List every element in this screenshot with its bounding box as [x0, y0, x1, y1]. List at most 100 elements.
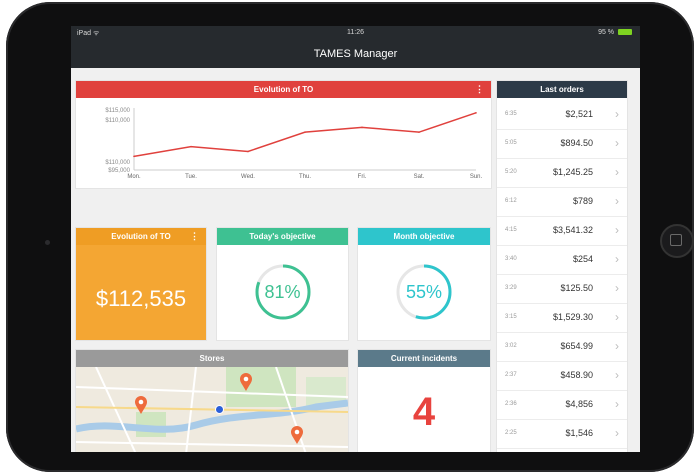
incident-count: 4: [412, 390, 436, 434]
status-time: 11:26: [347, 29, 364, 36]
today-objective-card: Today's objective 81%: [217, 228, 348, 340]
order-amount: $2,521: [565, 109, 593, 119]
order-time: 3:02: [505, 343, 517, 349]
order-amount: $654.99: [560, 341, 593, 351]
order-amount: $1,546: [565, 428, 593, 438]
order-row[interactable]: 6:12 $789 ›: [497, 188, 627, 217]
order-amount: $4,856: [565, 399, 593, 409]
incidents-header: Current incidents: [358, 350, 490, 367]
today-gauge: 81%: [217, 260, 348, 324]
data-point: [418, 131, 420, 133]
month-objective-percent: 55%: [405, 282, 443, 302]
chevron-right-icon: ›: [615, 368, 619, 382]
order-row[interactable]: 2:36 $4,856 ›: [497, 391, 627, 420]
evolution-value-header: Evolution of TO ⋮: [76, 228, 206, 245]
home-button[interactable]: [660, 224, 694, 258]
front-camera: [45, 240, 50, 245]
order-row[interactable]: 2:25 $1,546 ›: [497, 420, 627, 449]
chevron-right-icon: ›: [615, 426, 619, 440]
order-amount: $3,541.32: [552, 225, 593, 235]
order-row[interactable]: 5:20 $1,245.25 ›: [497, 159, 627, 188]
order-row[interactable]: 2:37 $458.90 ›: [497, 362, 627, 391]
store-pin-icon[interactable]: [239, 372, 253, 392]
order-amount: $789: [572, 196, 593, 206]
series-line: [133, 112, 477, 158]
evolution-chart-header: Evolution of TO ⋮: [76, 81, 491, 98]
app-screen: iPad ᯤ 11:26 95 % TAMES Manager Evolutio…: [71, 26, 640, 452]
evolution-value: $112,535: [95, 286, 187, 311]
order-row[interactable]: 3:02 $654.99 ›: [497, 333, 627, 362]
x-tick-label: Sat.: [414, 174, 425, 180]
y-tick-label: $110,000: [105, 118, 130, 124]
x-tick-label: Sun.: [470, 174, 483, 180]
chevron-right-icon: ›: [615, 223, 619, 237]
kebab-menu-icon[interactable]: ⋮: [475, 81, 484, 98]
month-gauge: 55%: [358, 260, 490, 324]
chevron-right-icon: ›: [615, 165, 619, 179]
store-pin-icon[interactable]: [290, 425, 304, 445]
order-row[interactable]: 3:29 $125.50 ›: [497, 275, 627, 304]
order-time: 3:40: [505, 256, 517, 262]
evolution-value-title: Evolution of TO: [111, 232, 171, 241]
order-row[interactable]: 5:05 $894.50 ›: [497, 130, 627, 159]
map-graphic: [76, 367, 348, 452]
kebab-menu-icon[interactable]: ⋮: [190, 228, 199, 245]
data-point: [475, 112, 477, 114]
chevron-right-icon: ›: [615, 252, 619, 266]
month-objective-header: Month objective: [358, 228, 490, 245]
order-time: 6:35: [505, 111, 517, 117]
data-point: [361, 126, 363, 129]
order-row[interactable]: 3:40 $254 ›: [497, 246, 627, 275]
chevron-right-icon: ›: [615, 310, 619, 324]
data-point: [304, 131, 306, 133]
order-amount: $254: [572, 254, 593, 264]
stores-map[interactable]: [76, 367, 348, 452]
x-tick-label: Mon.: [127, 174, 141, 180]
data-point: [247, 150, 249, 153]
evolution-chart-card: Evolution of TO ⋮ $115,000 $110,000 $110,0…: [76, 81, 491, 188]
stores-header: Stores: [76, 350, 348, 367]
y-tick-label: $110,000: [105, 160, 130, 166]
chevron-right-icon: ›: [615, 136, 619, 150]
order-amount: $1,245.25: [552, 167, 593, 177]
current-location-icon: [215, 405, 224, 414]
x-tick-label: Thu.: [299, 174, 311, 180]
data-point: [190, 145, 192, 148]
order-time: 2:25: [505, 430, 517, 436]
battery-indicator: 95 %: [598, 29, 632, 36]
chevron-right-icon: ›: [615, 281, 619, 295]
order-time: 5:20: [505, 169, 517, 175]
order-row[interactable]: 6:35 $2,521 ›: [497, 101, 627, 130]
chevron-right-icon: ›: [615, 397, 619, 411]
order-time: 5:05: [505, 140, 517, 146]
x-tick-label: Wed.: [241, 174, 255, 180]
store-pin-icon[interactable]: [134, 395, 148, 415]
order-time: 2:36: [505, 401, 517, 407]
last-orders-header: Last orders: [497, 81, 627, 98]
today-objective-header: Today's objective: [217, 228, 348, 245]
order-amount: $894.50: [560, 138, 593, 148]
order-time: 4:15: [505, 227, 517, 233]
order-amount: $1,529.30: [552, 312, 593, 322]
battery-percent: 95 %: [598, 29, 615, 36]
chevron-right-icon: ›: [615, 339, 619, 353]
order-time: 3:15: [505, 314, 517, 320]
order-row[interactable]: 4:15 $3,541.32 ›: [497, 217, 627, 246]
order-time: 2:37: [505, 372, 517, 378]
evolution-value-card: Evolution of TO ⋮ $112,535: [76, 228, 206, 340]
order-amount: $458.90: [560, 370, 593, 380]
app-title: TAMES Manager: [313, 48, 398, 60]
order-row[interactable]: 3:15 $1,529.30 ›: [497, 304, 627, 333]
x-tick-label: Tue.: [185, 174, 197, 180]
stores-card: Stores: [76, 350, 348, 452]
dashboard: Evolution of TO ⋮ $115,000 $110,000 $110,0…: [71, 68, 640, 452]
evolution-line-chart: $115,000$110,000$110,000$95,000Mon. Tue. W…: [105, 108, 483, 180]
status-bar: iPad ᯤ 11:26 95 %: [71, 26, 640, 40]
home-button-icon: [670, 234, 682, 246]
y-tick-label: $115,000: [105, 108, 130, 114]
today-objective-percent: 81%: [264, 282, 301, 302]
month-objective-card: Month objective 55%: [358, 228, 490, 340]
battery-icon: [618, 29, 632, 36]
evolution-chart-title: Evolution of TO: [253, 85, 314, 94]
chevron-right-icon: ›: [615, 107, 619, 121]
